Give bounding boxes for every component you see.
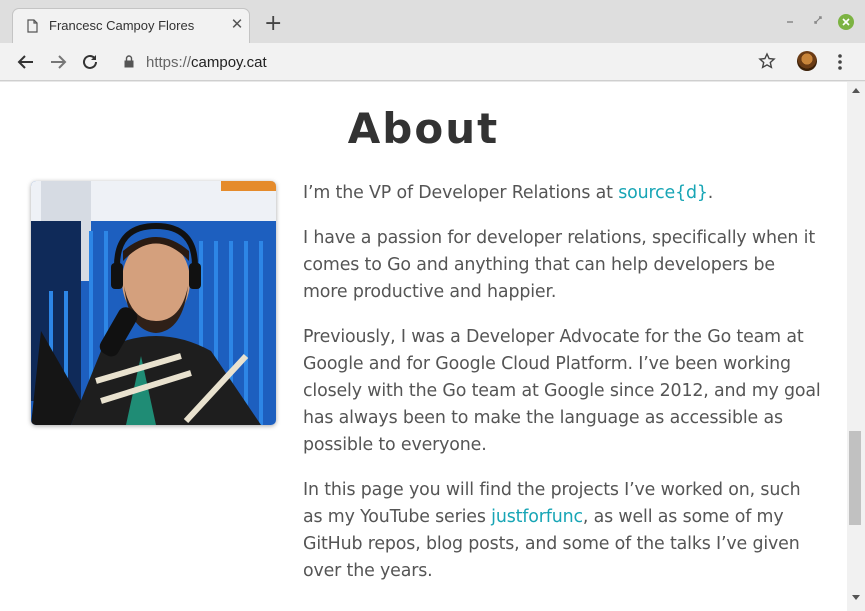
restore-icon[interactable] (812, 14, 824, 26)
about-paragraph: I’m the VP of Developer Relations at sou… (303, 180, 823, 207)
scroll-up-arrow-icon[interactable] (851, 86, 861, 94)
lock-icon (124, 55, 134, 68)
tab-title: Francesc Campoy Flores (49, 18, 195, 33)
paragraph-text: I’m the VP of Developer Relations at (303, 183, 619, 203)
page-icon (27, 19, 38, 33)
scroll-thumb[interactable] (849, 431, 861, 525)
page-viewport: About I’m the VP of Developer Relations … (0, 82, 847, 611)
avatar[interactable] (797, 51, 817, 71)
browser-toolbar: https://campoy.cat (0, 43, 865, 81)
url-text: https://campoy.cat (146, 54, 267, 71)
url-host: campoy.cat (191, 54, 267, 71)
scroll-down-arrow-icon[interactable] (851, 594, 861, 602)
about-content: I’m the VP of Developer Relations at sou… (303, 180, 823, 603)
url-scheme: https:// (146, 54, 192, 71)
back-arrow-icon[interactable] (16, 52, 36, 72)
minimize-icon[interactable] (784, 14, 796, 26)
page-title: About (347, 104, 500, 153)
browser-tab[interactable]: Francesc Campoy Flores ✕ (12, 8, 250, 44)
kebab-menu-icon[interactable] (832, 53, 848, 71)
reload-icon[interactable] (80, 52, 100, 72)
address-bar[interactable]: https://campoy.cat (112, 47, 792, 77)
sourced-link[interactable]: source{d} (618, 183, 708, 203)
justforfunc-link[interactable]: justforfunc (491, 507, 583, 527)
star-icon[interactable] (758, 52, 776, 70)
about-paragraph: I have a passion for developer relations… (303, 228, 816, 302)
paragraph-text: . (707, 183, 714, 203)
about-paragraph: Previously, I was a Developer Advocate f… (303, 327, 821, 455)
vertical-scrollbar[interactable] (847, 82, 865, 611)
forward-arrow-icon[interactable] (48, 52, 68, 72)
browser-titlebar: Francesc Campoy Flores ✕ + (0, 0, 865, 44)
about-paragraph: In this page you will find the projects … (303, 477, 823, 585)
close-icon[interactable]: ✕ (229, 16, 245, 32)
window-close-icon[interactable] (838, 14, 854, 30)
plus-icon[interactable]: + (264, 13, 282, 35)
profile-photo (31, 181, 276, 425)
